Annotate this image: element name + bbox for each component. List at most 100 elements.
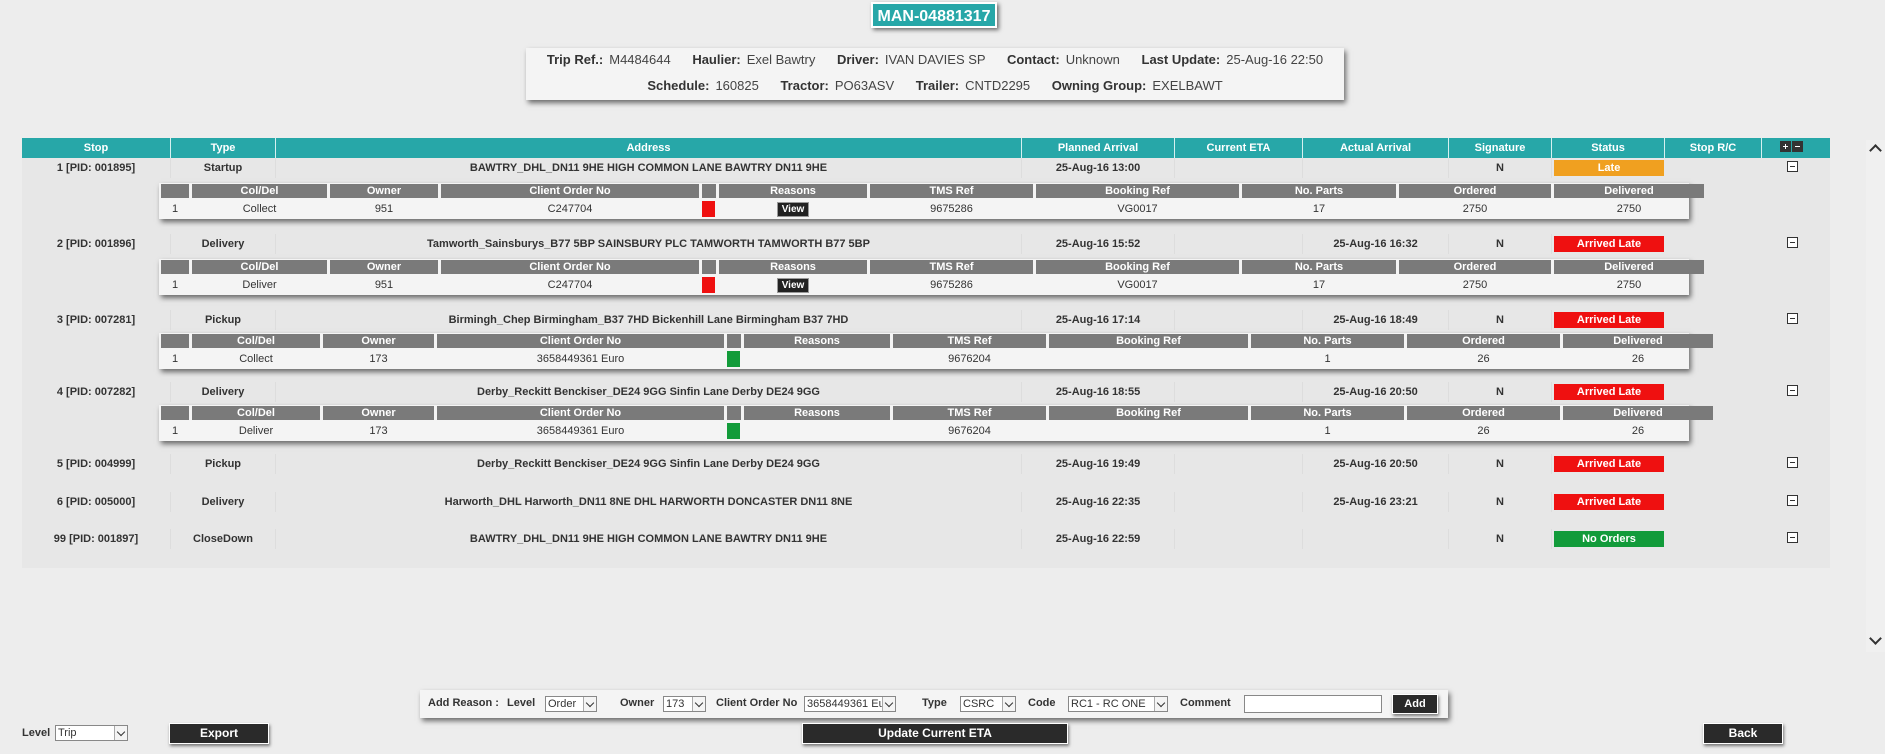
current-eta-cell [1175, 234, 1303, 254]
sub-col-delivered[interactable]: Delivered [1563, 406, 1713, 420]
reasons-cell [744, 423, 890, 439]
order-line-cell: 1 [171, 353, 179, 365]
type-cell: Delivery [171, 492, 276, 512]
order-flag-red [702, 277, 715, 293]
stop-row[interactable]: 4 [PID: 007282] Delivery Derby_Reckitt Ben… [22, 382, 1830, 402]
sub-col-booking-ref[interactable]: Booking Ref [1036, 184, 1239, 198]
trip-level-select[interactable]: Trip [55, 725, 128, 741]
sub-col-no-parts[interactable]: No. Parts [1242, 260, 1396, 274]
update-current-eta-button[interactable]: Update Current ETA [802, 723, 1068, 744]
sub-col-no-parts[interactable]: No. Parts [1251, 334, 1404, 348]
stop-row[interactable]: 99 [PID: 001897] CloseDown BAWTRY_DHL_DN11… [22, 529, 1830, 549]
sub-col-client-order[interactable]: Client Order No [441, 184, 699, 198]
collapse-row-icon[interactable] [1787, 532, 1798, 543]
sub-col-booking-ref[interactable]: Booking Ref [1049, 406, 1248, 420]
sub-col-delivered[interactable]: Delivered [1554, 184, 1704, 198]
sub-col-delivered[interactable]: Delivered [1563, 334, 1713, 348]
sub-col-ordered[interactable]: Ordered [1407, 334, 1560, 348]
status-badge: Arrived Late [1554, 236, 1664, 252]
reason-comment-input[interactable] [1244, 695, 1382, 713]
ordered-cell: 26 [1477, 353, 1490, 365]
owning-group-value: EXELBAWT [1152, 78, 1223, 93]
sub-col-tms-ref[interactable]: TMS Ref [893, 334, 1046, 348]
address-cell: Derby_Reckitt Benckiser_DE24 9GG Sinfin … [276, 454, 1022, 474]
status-badge: Arrived Late [1554, 312, 1664, 328]
view-reasons-button[interactable]: View [776, 202, 810, 217]
collapse-row-icon[interactable] [1787, 385, 1798, 396]
stops-table-header: Stop Type Address Planned Arrival Curren… [22, 138, 1830, 158]
address-cell: Harworth_DHL Harworth_DN11 8NE DHL HARWO… [276, 492, 1022, 512]
collapse-row-icon[interactable] [1787, 495, 1798, 506]
add-reason-button[interactable]: Add [1392, 694, 1438, 714]
stop-row[interactable]: 2 [PID: 001896] Delivery Tamworth_Sainsbur… [22, 234, 1830, 254]
sub-col-no-parts[interactable]: No. Parts [1242, 184, 1396, 198]
signature-cell: N [1449, 382, 1552, 402]
col-actual-arrival[interactable]: Actual Arrival [1303, 138, 1449, 158]
sub-col-owner[interactable]: Owner [330, 260, 438, 274]
stop-row[interactable]: 1 [PID: 001895] Startup BAWTRY_DHL_DN11 9H… [22, 158, 1830, 178]
collapse-row-icon[interactable] [1787, 161, 1798, 172]
sub-col-owner[interactable]: Owner [323, 334, 434, 348]
sub-col-tms-ref[interactable]: TMS Ref [870, 184, 1033, 198]
sub-col-col-del[interactable]: Col/Del [192, 334, 320, 348]
export-button[interactable]: Export [169, 723, 269, 744]
sub-col-booking-ref[interactable]: Booking Ref [1049, 334, 1248, 348]
col-status[interactable]: Status [1552, 138, 1665, 158]
reason-owner-value: 173 [666, 698, 685, 710]
client-order-cell: C247704 [547, 279, 593, 291]
stop-row[interactable]: 6 [PID: 005000] Delivery Harworth_DHL Harw… [22, 492, 1830, 512]
actual-arrival-cell: 25-Aug-16 20:50 [1303, 454, 1449, 474]
sub-col-reasons[interactable]: Reasons [719, 184, 867, 198]
col-type[interactable]: Type [171, 138, 276, 158]
col-stop-rc[interactable]: Stop R/C [1665, 138, 1762, 158]
tms-ref-cell: 9676204 [948, 353, 991, 365]
sub-col-ordered[interactable]: Ordered [1399, 184, 1551, 198]
reason-code-select[interactable]: RC1 - RC ONE [1068, 696, 1168, 712]
stop-row[interactable]: 5 [PID: 004999] Pickup Derby_Reckitt Benck… [22, 454, 1830, 474]
sub-col-booking-ref[interactable]: Booking Ref [1036, 260, 1239, 274]
sub-col-reasons[interactable]: Reasons [744, 406, 890, 420]
sub-col-owner[interactable]: Owner [330, 184, 438, 198]
vertical-scrollbar[interactable] [1866, 140, 1885, 652]
type-cell: Pickup [171, 310, 276, 330]
sub-col-col-del[interactable]: Col/Del [192, 406, 320, 420]
sub-col-col-del[interactable]: Col/Del [192, 184, 327, 198]
reason-client-order-select[interactable]: 3658449361 Euro [804, 696, 896, 712]
collapse-row-icon[interactable] [1787, 237, 1798, 248]
reason-level-select[interactable]: Order [545, 696, 597, 712]
owner-cell: 951 [374, 279, 394, 291]
sub-col-client-order[interactable]: Client Order No [437, 406, 724, 420]
collapse-all-icon[interactable] [1792, 141, 1803, 152]
back-button[interactable]: Back [1703, 723, 1783, 744]
sub-col-owner[interactable]: Owner [323, 406, 434, 420]
sub-col-client-order[interactable]: Client Order No [441, 260, 699, 274]
col-signature[interactable]: Signature [1449, 138, 1552, 158]
actual-arrival-cell: 25-Aug-16 20:50 [1303, 382, 1449, 402]
col-address[interactable]: Address [276, 138, 1022, 158]
reason-type-select[interactable]: CSRC [960, 696, 1016, 712]
view-reasons-button[interactable]: View [776, 278, 810, 293]
col-current-eta[interactable]: Current ETA [1175, 138, 1303, 158]
signature-cell: N [1449, 454, 1552, 474]
sub-col-tms-ref[interactable]: TMS Ref [870, 260, 1033, 274]
stop-row[interactable]: 3 [PID: 007281] Pickup Birmingh_Chep Birmi… [22, 310, 1830, 330]
sub-col-ordered[interactable]: Ordered [1407, 406, 1560, 420]
reason-owner-select[interactable]: 173 [663, 696, 706, 712]
address-cell: Tamworth_Sainsburys_B77 5BP SAINSBURY PL… [276, 234, 1022, 254]
sub-col-col-del[interactable]: Col/Del [192, 260, 327, 274]
scroll-up-icon[interactable] [1869, 144, 1882, 157]
sub-col-reasons[interactable]: Reasons [744, 334, 890, 348]
sub-col-client-order[interactable]: Client Order No [437, 334, 724, 348]
collapse-row-icon[interactable] [1787, 313, 1798, 324]
sub-col-tms-ref[interactable]: TMS Ref [893, 406, 1046, 420]
col-planned-arrival[interactable]: Planned Arrival [1022, 138, 1175, 158]
sub-col-delivered[interactable]: Delivered [1554, 260, 1704, 274]
sub-col-ordered[interactable]: Ordered [1399, 260, 1551, 274]
scroll-down-icon[interactable] [1869, 632, 1882, 645]
col-stop[interactable]: Stop [22, 138, 171, 158]
sub-col-reasons[interactable]: Reasons [719, 260, 867, 274]
expand-all-icon[interactable] [1780, 141, 1791, 152]
collapse-row-icon[interactable] [1787, 457, 1798, 468]
trip-level-label: Level [22, 727, 51, 739]
sub-col-no-parts[interactable]: No. Parts [1251, 406, 1404, 420]
